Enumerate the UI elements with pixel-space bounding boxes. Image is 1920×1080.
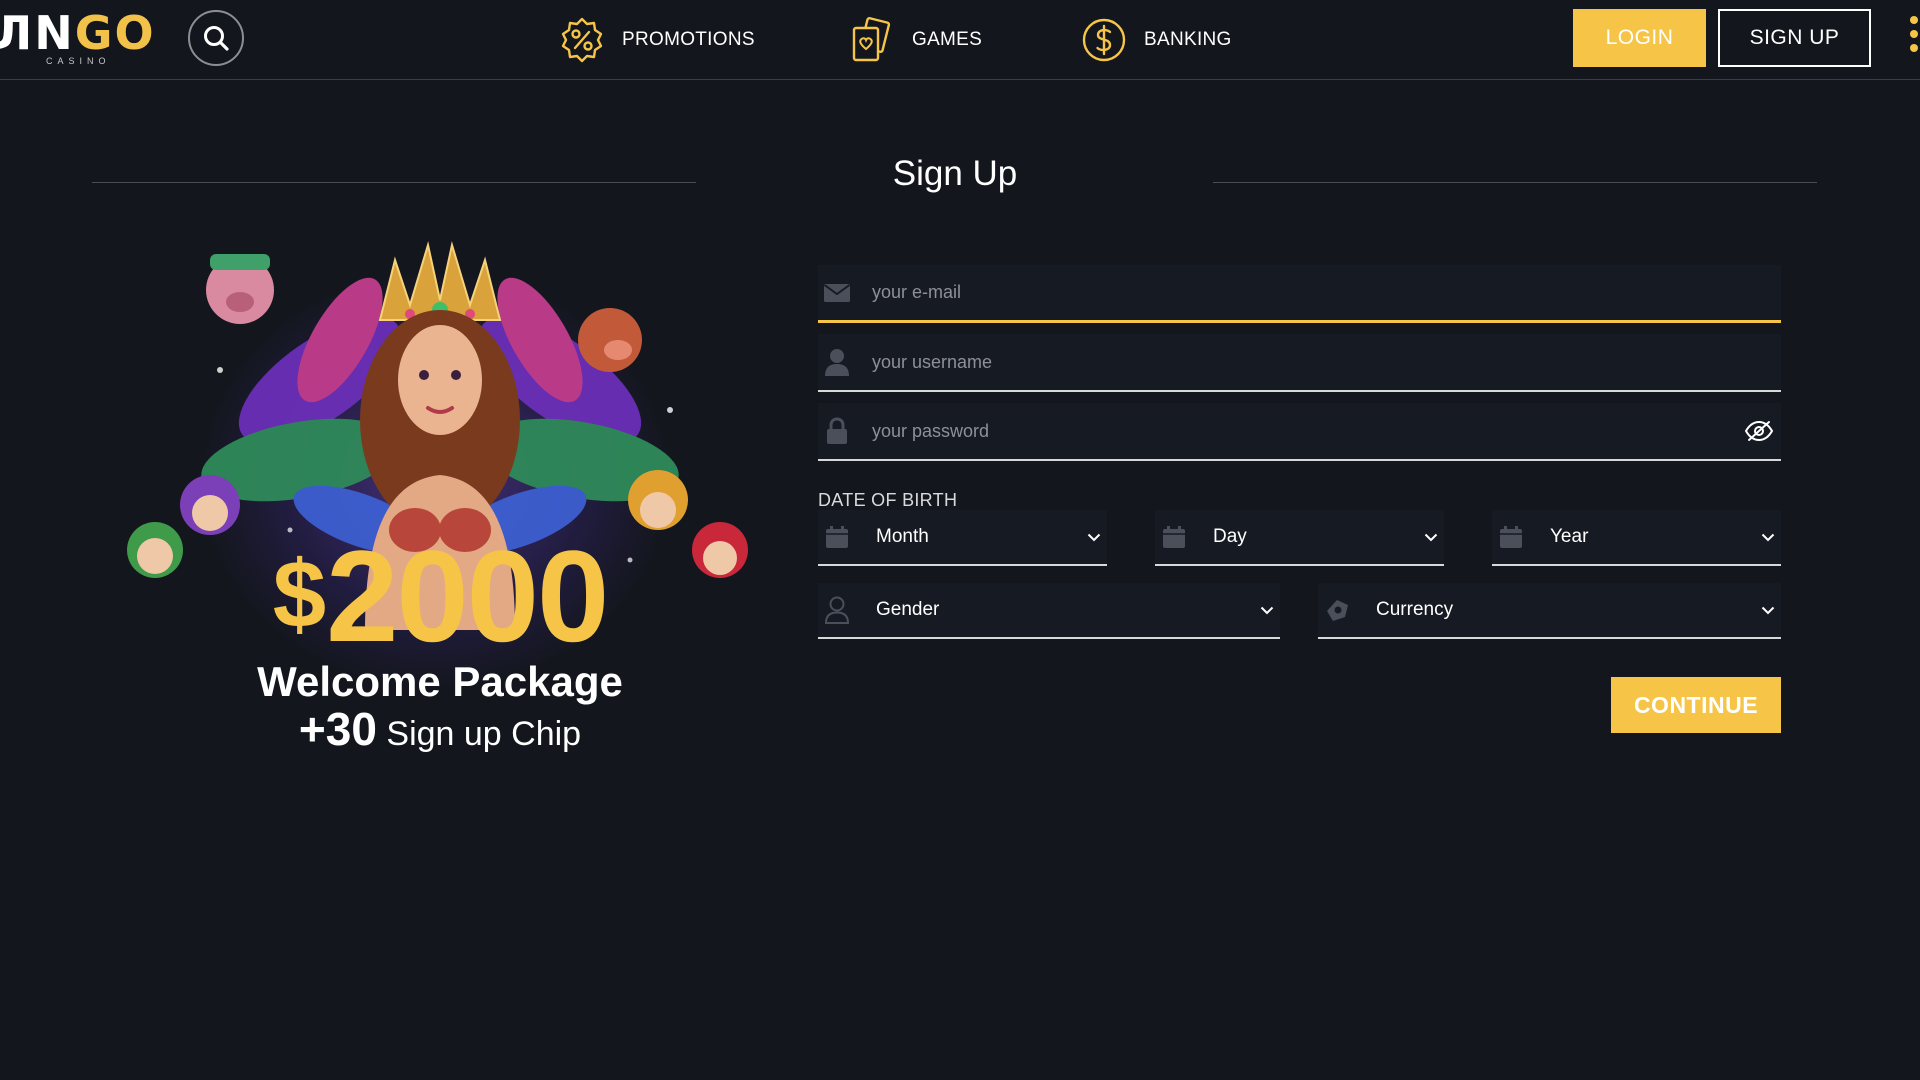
more-menu-button[interactable] (1910, 16, 1920, 62)
eye-slash-icon (1744, 420, 1774, 442)
year-select[interactable]: Year (1492, 510, 1781, 566)
top-navbar: ЛNGO CASINO PROMOTIONS GAMES BANKING LOG… (0, 0, 1920, 80)
purple-character-left (180, 475, 240, 535)
dollar-coin-icon (1082, 18, 1126, 62)
day-select[interactable]: Day (1155, 510, 1444, 566)
calendar-icon (1159, 522, 1189, 552)
search-icon (204, 26, 229, 51)
login-button[interactable]: LOGIN (1573, 9, 1706, 67)
boar-character-right (578, 308, 642, 372)
user-outline-icon (822, 595, 852, 625)
money-tag-icon (1322, 595, 1352, 625)
dob-label: DATE OF BIRTH (818, 490, 958, 510)
chevron-down-icon (1083, 526, 1105, 548)
chevron-down-icon (1757, 526, 1779, 548)
month-select-value: Month (876, 526, 929, 547)
gender-select[interactable]: Gender (818, 583, 1280, 639)
password-field[interactable] (818, 403, 1781, 461)
calendar-icon (1496, 522, 1526, 552)
calendar-icon (822, 522, 852, 552)
cards-icon (852, 17, 891, 62)
golden-crown (378, 241, 502, 321)
promo-welcome-package: Welcome Package (257, 658, 623, 705)
pig-character-left (206, 254, 274, 324)
search-button[interactable] (188, 10, 244, 66)
gnome-character-right (628, 470, 688, 530)
continue-button[interactable]: CONTINUE (1611, 677, 1781, 733)
toggle-password-visibility-button[interactable] (1741, 416, 1777, 446)
nav-promotions-label: PROMOTIONS (622, 29, 755, 50)
logo-wordmark: ЛNGO (0, 6, 156, 60)
welcome-promo: $2000 Welcome Package +30 Sign up Chip (110, 230, 770, 755)
page-title: Sign Up (892, 154, 1018, 193)
year-select-value: Year (1550, 526, 1589, 547)
currency-select[interactable]: Currency (1318, 583, 1781, 639)
email-input[interactable] (872, 265, 1781, 320)
promo-amount: $2000 (272, 523, 610, 669)
promo-signup-chip: +30 Sign up Chip (298, 703, 582, 755)
username-field[interactable] (818, 334, 1781, 392)
signup-button[interactable]: SIGN UP (1718, 9, 1871, 67)
nav-promotions[interactable]: PROMOTIONS (558, 0, 755, 80)
kebab-dot (1910, 30, 1918, 38)
envelope-icon (822, 278, 852, 308)
kebab-dot (1910, 44, 1918, 52)
gender-select-value: Gender (876, 599, 940, 620)
day-select-value: Day (1213, 526, 1247, 547)
password-input[interactable] (872, 403, 1741, 459)
user-icon (822, 347, 852, 377)
email-field[interactable] (818, 265, 1781, 323)
nav-banking[interactable]: BANKING (1080, 0, 1232, 80)
chevron-down-icon (1757, 599, 1779, 621)
lock-icon (822, 416, 852, 446)
month-select[interactable]: Month (818, 510, 1107, 566)
username-input[interactable] (872, 334, 1781, 390)
chevron-down-icon (1420, 526, 1442, 548)
nav-games[interactable]: GAMES (848, 0, 982, 80)
nav-games-label: GAMES (912, 29, 983, 50)
title-divider-left (92, 182, 696, 183)
kebab-dot (1910, 16, 1918, 24)
casino-logo[interactable]: ЛNGO CASINO (0, 8, 154, 68)
logo-subtitle: CASINO (46, 56, 111, 66)
nav-banking-label: BANKING (1144, 29, 1232, 50)
title-divider-right (1213, 182, 1817, 183)
chevron-down-icon (1256, 599, 1278, 621)
currency-select-value: Currency (1376, 599, 1454, 620)
percent-badge-icon (561, 17, 603, 63)
